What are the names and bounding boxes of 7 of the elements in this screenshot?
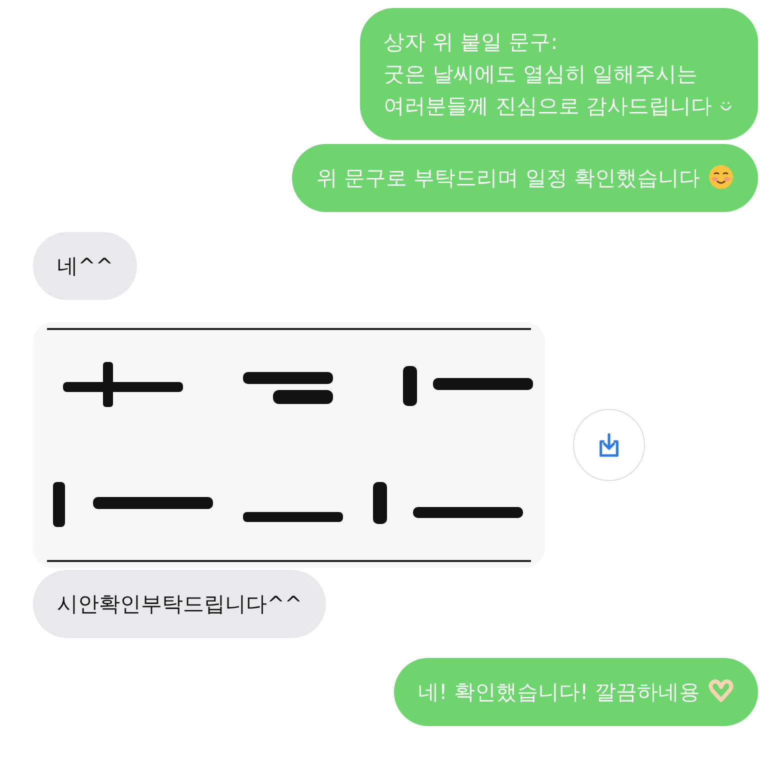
message-text: 네^^ xyxy=(57,254,114,278)
smiling-face-icon xyxy=(708,164,734,190)
message-text: 위 문구로 부탁드리며 일정 확인했습니다 xyxy=(316,166,700,190)
message-text: 상자 위 붙일 문구: 굿은 날씨에도 열심히 일해주시는 여러분들께 진심으로 감사드립니다 xyxy=(384,30,712,118)
message-text: 네! 확인했습니다! 깔끔하네용 xyxy=(418,680,700,704)
heart-hands-icon xyxy=(708,678,734,704)
message-text: 시안확인부탁드립니다^^ xyxy=(57,592,302,616)
